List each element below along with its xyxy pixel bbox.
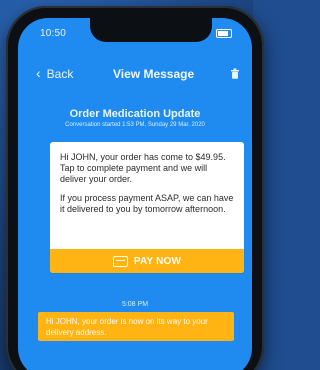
message-paragraph-2: If you process payment ASAP, we can have… bbox=[60, 193, 234, 214]
nav-bar: ‹ Back View Message bbox=[18, 64, 252, 84]
pay-now-label: PAY NOW bbox=[133, 255, 182, 267]
credit-card-icon bbox=[112, 255, 128, 267]
conversation-title: Order Medication Update bbox=[69, 108, 201, 120]
trash-icon[interactable] bbox=[230, 68, 240, 79]
message-text: Hi JOHN, your order has come to $49.95. … bbox=[60, 152, 236, 223]
conversation-started: Conversation started 1:53 PM, Sunday 29 … bbox=[65, 122, 205, 128]
battery-icon bbox=[216, 29, 232, 38]
phone-notch bbox=[90, 18, 212, 42]
chevron-left-icon: ‹ bbox=[36, 65, 41, 81]
message-time: 5:08 PM bbox=[121, 301, 149, 308]
phone-screen: 10:50 ‹ Back View Message Order Medicati… bbox=[18, 18, 252, 370]
phone-frame: 10:50 ‹ Back View Message Order Medicati… bbox=[6, 6, 264, 370]
message-card: Hi JOHN, your order has come to $49.95. … bbox=[50, 142, 244, 273]
pay-now-button[interactable]: PAY NOW bbox=[50, 249, 244, 273]
status-time: 10:50 bbox=[40, 28, 67, 39]
back-label: Back bbox=[46, 67, 74, 81]
bottom-fade bbox=[18, 348, 252, 370]
page-title: View Message bbox=[113, 67, 195, 81]
reply-bubble: Hi JOHN, your order is now on its way to… bbox=[38, 312, 234, 341]
message-paragraph-1: Hi JOHN, your order has come to $49.95. … bbox=[60, 152, 226, 184]
back-button[interactable]: ‹ Back bbox=[36, 65, 74, 81]
